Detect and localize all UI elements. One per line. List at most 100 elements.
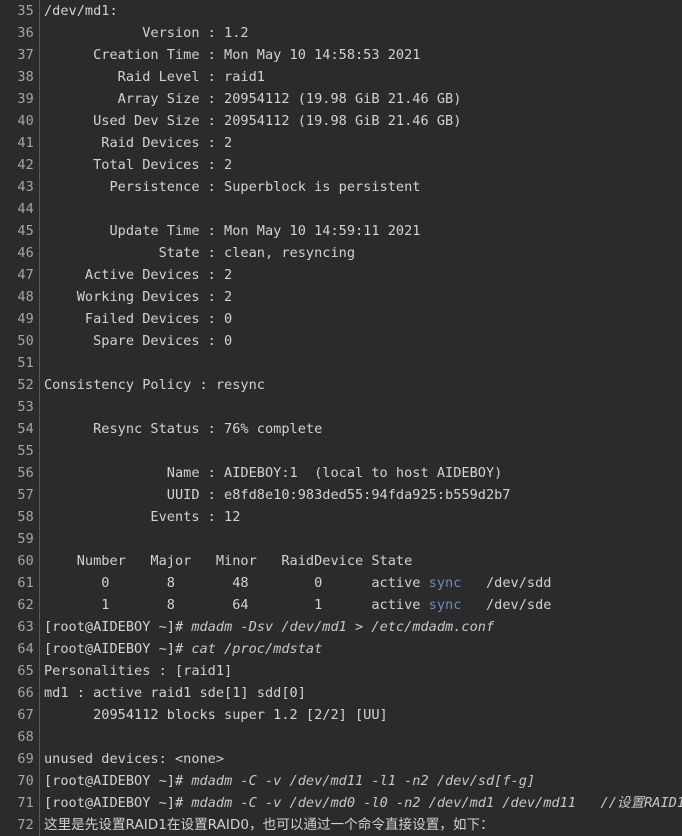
gutter-divider <box>34 660 44 682</box>
code-line[interactable]: 37 Creation Time : Mon May 10 14:58:53 2… <box>0 44 682 66</box>
code-lines-container: 35/dev/md1: 36 Version : 1.2 37 Creation T… <box>0 0 682 836</box>
gutter-divider <box>34 638 44 660</box>
code-line[interactable]: 52 Consistency Policy : resync <box>0 374 682 396</box>
code-line[interactable]: 43 Persistence : Superblock is persisten… <box>0 176 682 198</box>
line-number: 53 <box>17 399 34 415</box>
code-line[interactable]: 67 20954112 blocks super 1.2 [2/2] [UU] <box>0 704 682 726</box>
code-line[interactable]: 39 Array Size : 20954112 (19.98 GiB 21.4… <box>0 88 682 110</box>
code-viewer[interactable]: 35/dev/md1: 36 Version : 1.2 37 Creation T… <box>0 0 682 836</box>
line-number: 71 <box>17 795 34 811</box>
gutter-divider <box>34 110 44 132</box>
code-line-content: Update Time : Mon May 10 14:59:11 2021 <box>44 220 682 242</box>
code-segment-plain: Raid Devices : 2 <box>44 135 233 151</box>
code-line-content: Consistency Policy : resync <box>44 374 682 396</box>
line-number: 54 <box>17 421 34 437</box>
gutter-divider <box>34 418 44 440</box>
code-line[interactable]: 64 [root@AIDEBOY ~]# cat /proc/mdstat <box>0 638 682 660</box>
line-number: 63 <box>17 619 34 635</box>
code-line[interactable]: 53 <box>0 396 682 418</box>
code-segment-plain: Version : 1.2 <box>44 25 249 41</box>
line-number: 43 <box>17 179 34 195</box>
code-segment-plain: Number Major Minor RaidDevice State <box>44 553 413 569</box>
gutter-divider <box>34 0 44 22</box>
line-number: 49 <box>17 311 34 327</box>
code-line[interactable]: 61 0 8 48 0 active sync /dev/sdd <box>0 572 682 594</box>
gutter-divider <box>34 726 44 748</box>
line-number: 38 <box>17 69 34 85</box>
code-segment-comment: //设置RAID10 <box>600 795 682 811</box>
code-line[interactable]: 51 <box>0 352 682 374</box>
code-segment-prompt: [root@AIDEBOY ~]# <box>44 795 192 811</box>
gutter-divider <box>34 352 44 374</box>
gutter-divider <box>34 594 44 616</box>
code-line[interactable]: 36 Version : 1.2 <box>0 22 682 44</box>
gutter-divider <box>34 550 44 572</box>
code-line-content: Raid Level : raid1 <box>44 66 682 88</box>
code-segment-plain: Used Dev Size : 20954112 (19.98 GiB 21.4… <box>44 113 462 129</box>
line-number: 57 <box>17 487 34 503</box>
line-number: 70 <box>17 773 34 789</box>
code-line[interactable]: 70 [root@AIDEBOY ~]# mdadm -C -v /dev/md1… <box>0 770 682 792</box>
code-line[interactable]: 42 Total Devices : 2 <box>0 154 682 176</box>
code-segment-plain: State : clean, resyncing <box>44 245 355 261</box>
code-line[interactable]: 63 [root@AIDEBOY ~]# mdadm -Dsv /dev/md1 … <box>0 616 682 638</box>
code-line[interactable]: 68 <box>0 726 682 748</box>
code-segment-plain: Array Size : 20954112 (19.98 GiB 21.46 G… <box>44 91 462 107</box>
code-line[interactable]: 38 Raid Level : raid1 <box>0 66 682 88</box>
code-line[interactable]: 62 1 8 64 1 active sync /dev/sde <box>0 594 682 616</box>
code-line[interactable]: 69 unused devices: <none> <box>0 748 682 770</box>
code-line[interactable]: 46 State : clean, resyncing <box>0 242 682 264</box>
code-line[interactable]: 49 Failed Devices : 0 <box>0 308 682 330</box>
code-line[interactable]: 66 md1 : active raid1 sde[1] sdd[0] <box>0 682 682 704</box>
line-number: 67 <box>17 707 34 723</box>
code-line[interactable]: 57 UUID : e8fd8e10:983ded55:94fda925:b55… <box>0 484 682 506</box>
code-segment-plain: Working Devices : 2 <box>44 289 233 305</box>
code-line[interactable]: 55 <box>0 440 682 462</box>
line-number: 55 <box>17 443 34 459</box>
code-segment-plain: Failed Devices : 0 <box>44 311 233 327</box>
code-segment-plain: Creation Time : Mon May 10 14:58:53 2021 <box>44 47 421 63</box>
code-line[interactable]: 35/dev/md1: <box>0 0 682 22</box>
code-line-content: Number Major Minor RaidDevice State <box>44 550 682 572</box>
code-line-content: Used Dev Size : 20954112 (19.98 GiB 21.4… <box>44 110 682 132</box>
code-line[interactable]: 54 Resync Status : 76% complete <box>0 418 682 440</box>
line-number: 66 <box>17 685 34 701</box>
code-line[interactable]: 45 Update Time : Mon May 10 14:59:11 202… <box>0 220 682 242</box>
code-line[interactable]: 71 [root@AIDEBOY ~]# mdadm -C -v /dev/md0… <box>0 792 682 814</box>
code-line[interactable]: 44 <box>0 198 682 220</box>
code-line[interactable]: 65 Personalities : [raid1] <box>0 660 682 682</box>
code-line[interactable]: 47 Active Devices : 2 <box>0 264 682 286</box>
code-segment-plain: unused devices: <none> <box>44 751 225 767</box>
gutter-divider <box>34 682 44 704</box>
code-line-content: Working Devices : 2 <box>44 286 682 308</box>
code-line[interactable]: 50 Spare Devices : 0 <box>0 330 682 352</box>
line-number: 64 <box>17 641 34 657</box>
code-segment-italic: mdadm -C -v /dev/md11 -l1 -n2 /dev/sd[f-… <box>191 773 536 789</box>
line-number: 65 <box>17 663 34 679</box>
code-line-content: Events : 12 <box>44 506 682 528</box>
code-segment-prompt: [root@AIDEBOY ~]# <box>44 641 192 657</box>
gutter-divider <box>34 770 44 792</box>
line-number: 41 <box>17 135 34 151</box>
gutter-divider <box>34 440 44 462</box>
code-line[interactable]: 48 Working Devices : 2 <box>0 286 682 308</box>
code-line[interactable]: 60 Number Major Minor RaidDevice State <box>0 550 682 572</box>
code-segment-cn: 这里是先设置RAID1在设置RAID0，也可以通过一个命令直接设置，如下： <box>44 817 494 833</box>
code-segment-plain: Raid Level : raid1 <box>44 69 265 85</box>
code-line[interactable]: 41 Raid Devices : 2 <box>0 132 682 154</box>
gutter-divider <box>34 22 44 44</box>
line-number: 50 <box>17 333 34 349</box>
code-segment-plain: Total Devices : 2 <box>44 157 233 173</box>
line-number: 59 <box>17 531 34 547</box>
code-segment-plain: md1 : active raid1 sde[1] sdd[0] <box>44 685 306 701</box>
code-line[interactable]: 40 Used Dev Size : 20954112 (19.98 GiB 2… <box>0 110 682 132</box>
code-line-content: Failed Devices : 0 <box>44 308 682 330</box>
code-line-content: 1 8 64 1 active sync /dev/sde <box>44 594 682 616</box>
code-line[interactable]: 56 Name : AIDEBOY:1 (local to host AIDEB… <box>0 462 682 484</box>
code-line[interactable]: 59 <box>0 528 682 550</box>
gutter-divider <box>34 286 44 308</box>
line-number: 36 <box>17 25 34 41</box>
code-line[interactable]: 58 Events : 12 <box>0 506 682 528</box>
code-line-content: 20954112 blocks super 1.2 [2/2] [UU] <box>44 704 682 726</box>
line-number: 68 <box>17 729 34 745</box>
